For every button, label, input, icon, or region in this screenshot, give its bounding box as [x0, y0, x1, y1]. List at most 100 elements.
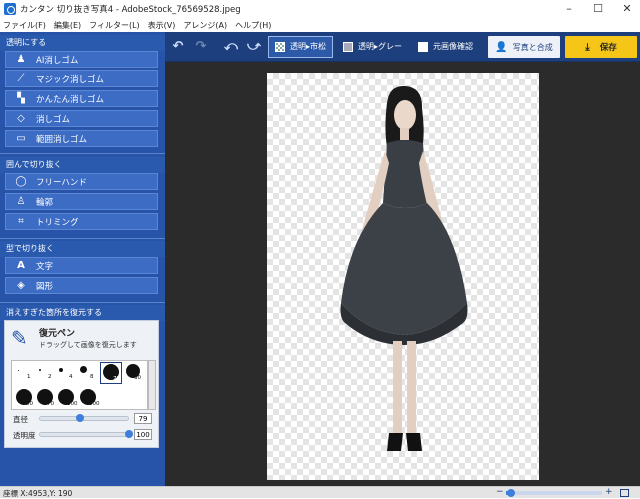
menu-help[interactable]: ヘルプ(H): [235, 20, 271, 31]
title-bar: カンタン 切り抜き写真4 - AdobeStock_76569528.jpeg …: [0, 0, 640, 18]
save-button[interactable]: ⤓ 保存: [565, 36, 637, 58]
menu-file[interactable]: ファイル(F): [3, 20, 46, 31]
divider: [0, 153, 165, 154]
brush-size-label: 70: [47, 401, 54, 407]
zoom-slider[interactable]: [506, 491, 602, 495]
restore-pen-header: ✎ 復元ペン ドラッグして画像を復元します: [11, 324, 151, 354]
compose-button[interactable]: 👤 写真と合成: [488, 36, 560, 58]
section-enclose-header: 囲んで切り抜く: [0, 157, 165, 173]
tool-ai-eraser[interactable]: ♟ AI消しゴム: [5, 51, 158, 68]
undo-button[interactable]: ↶: [168, 37, 188, 57]
mode-label: 元画像確認: [433, 42, 474, 51]
brush-size-label: 2: [48, 374, 52, 380]
tool-label: 消しゴム: [36, 114, 71, 125]
brush-8[interactable]: [80, 366, 87, 373]
divider: [0, 302, 165, 303]
size-label: 直径: [13, 415, 28, 424]
menu-edit[interactable]: 編集(E): [54, 20, 81, 31]
tool-freehand[interactable]: ◯ フリーハンド: [5, 173, 158, 190]
size-slider-thumb[interactable]: [75, 414, 84, 422]
tool-eraser[interactable]: ◇ 消しゴム: [5, 110, 158, 127]
restore-pen-title: 復元ペン: [39, 329, 76, 339]
download-icon: ⤓: [585, 41, 590, 53]
brush-size-label: 50: [26, 401, 33, 407]
size-value-field[interactable]: 79: [134, 413, 152, 424]
status-bar: 座標 X:4953,Y: 190 − +: [0, 486, 640, 498]
tool-magic-eraser[interactable]: ⟋ マジック消しゴム: [5, 70, 158, 87]
maximize-button[interactable]: ☐: [583, 0, 613, 18]
tool-label: 範囲消しゴム: [36, 134, 88, 145]
fit-to-window-icon[interactable]: [620, 489, 629, 497]
tool-label: 文字: [36, 261, 54, 272]
mode-original-view[interactable]: 元画像確認: [412, 36, 479, 58]
eraser-icon: ◇: [17, 113, 25, 124]
menu-bar: ファイル(F) 編集(E) フィルター(L) 表示(V) アレンジ(A) ヘルプ…: [0, 18, 640, 32]
tool-shapes[interactable]: ◈ 図形: [5, 277, 158, 294]
rectangle-icon: ▭: [16, 133, 26, 144]
white-square-icon: [418, 41, 429, 52]
person-icon: ♟: [16, 54, 26, 65]
size-slider[interactable]: [39, 416, 129, 421]
close-button[interactable]: ✕: [612, 0, 640, 18]
tool-label: AI消しゴム: [36, 55, 79, 66]
save-label: 保存: [599, 43, 617, 53]
divider: [0, 238, 165, 239]
compose-label: 写真と合成: [512, 42, 553, 52]
restore-pen-panel: ✎ 復元ペン ドラッグして画像を復元します 1 2 4 8 79 30 50 7…: [4, 320, 159, 448]
coordinates-readout: 座標 X:4953,Y: 190: [3, 489, 73, 498]
brush-size-label: 200: [89, 401, 100, 407]
tool-label: マジック消しゴム: [36, 74, 105, 85]
section-transparent-header: 透明にする: [0, 35, 165, 51]
opacity-value-field[interactable]: 100: [134, 429, 152, 440]
brush-grid-scrollbar[interactable]: [148, 360, 156, 410]
tool-text[interactable]: A 文字: [5, 257, 158, 274]
lasso-icon: ◯: [15, 176, 27, 187]
rotate-left-button[interactable]: ⤺: [221, 37, 241, 57]
brush-size-label: 8: [90, 374, 94, 380]
brush-size-grid: 1 2 4 8 79 30 50 70 100 200: [11, 360, 148, 410]
brush-2[interactable]: [39, 369, 41, 371]
mode-transparent-checker[interactable]: 透明▸市松: [268, 35, 334, 58]
brush-size-label: 30: [134, 375, 141, 381]
brush-1[interactable]: [18, 370, 19, 371]
app-icon: [4, 3, 16, 15]
mode-transparent-gray[interactable]: 透明▸グレー: [337, 36, 408, 58]
zoom-out-icon[interactable]: −: [496, 487, 504, 497]
redo-button[interactable]: ↷: [191, 37, 211, 57]
toolbar: ↶ ↷ ⤺ ⤻ 透明▸市松 透明▸グレー 元画像確認 👤 写真と合成 ⤓ 保存: [165, 32, 640, 62]
window-title: カンタン 切り抜き写真4 - AdobeStock_76569528.jpeg: [20, 5, 241, 15]
tool-outline[interactable]: ♙ 輪郭: [5, 193, 158, 210]
menu-arrange[interactable]: アレンジ(A): [183, 20, 227, 31]
mode-label: 透明▸市松: [290, 42, 327, 51]
crop-icon: ⌗: [18, 216, 24, 227]
easy-eraser-icon: ▚: [17, 93, 25, 104]
compose-icon: 👤: [495, 41, 508, 53]
minimize-button[interactable]: –: [554, 0, 584, 18]
section-shape-header: 型で切り抜く: [0, 241, 165, 257]
gray-square-icon: [343, 41, 354, 52]
brush-4[interactable]: [59, 368, 63, 372]
tool-easy-eraser[interactable]: ▚ かんたん消しゴム: [5, 90, 158, 107]
menu-view[interactable]: 表示(V): [148, 20, 176, 31]
tool-label: 輪郭: [36, 197, 54, 208]
opacity-slider-thumb[interactable]: [125, 430, 133, 438]
rotate-right-button[interactable]: ⤻: [244, 37, 264, 57]
zoom-slider-thumb[interactable]: [506, 489, 515, 497]
woman-in-dress-photo: [340, 85, 468, 451]
mode-label: 透明▸グレー: [358, 42, 403, 51]
brush-size-label: 100: [67, 401, 78, 407]
tool-range-eraser[interactable]: ▭ 範囲消しゴム: [5, 130, 158, 147]
brush-size-label: 79: [113, 376, 120, 382]
tool-label: 図形: [36, 281, 54, 292]
restore-pen-description: ドラッグして画像を復元します: [39, 341, 137, 349]
pen-icon: ✎: [11, 326, 28, 350]
photo-canvas[interactable]: [267, 73, 539, 480]
text-icon: A: [17, 260, 25, 271]
tool-label: フリーハンド: [36, 177, 87, 188]
brush-size-label: 1: [27, 374, 31, 380]
tool-trimming[interactable]: ⌗ トリミング: [5, 213, 158, 230]
section-restore-header: 消えすぎた箇所を復元する: [0, 305, 165, 321]
menu-filter[interactable]: フィルター(L): [89, 20, 140, 31]
opacity-slider[interactable]: [39, 432, 129, 437]
zoom-in-icon[interactable]: +: [605, 487, 613, 497]
